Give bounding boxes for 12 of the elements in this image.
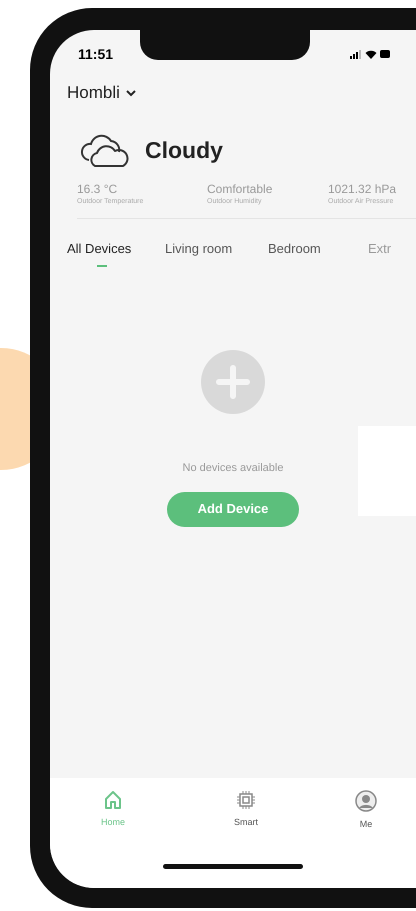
stat-value: 1021.32 hPa bbox=[328, 182, 398, 197]
stat-value: 16.3 °C bbox=[77, 182, 118, 197]
status-time: 11:51 bbox=[78, 44, 114, 64]
weather-condition: Cloudy bbox=[145, 136, 223, 165]
home-name[interactable]: Hombli bbox=[67, 80, 120, 106]
stat-value: Comfortable bbox=[207, 182, 274, 197]
room-tab[interactable]: All Devices bbox=[67, 238, 165, 267]
nav-tab[interactable]: Me bbox=[316, 790, 416, 860]
nav-tab[interactable]: Smart bbox=[176, 790, 316, 860]
empty-message: No devices available bbox=[182, 461, 284, 476]
room-tab[interactable]: Bedroom bbox=[268, 238, 368, 267]
room-tab[interactable]: Living room bbox=[165, 238, 268, 267]
